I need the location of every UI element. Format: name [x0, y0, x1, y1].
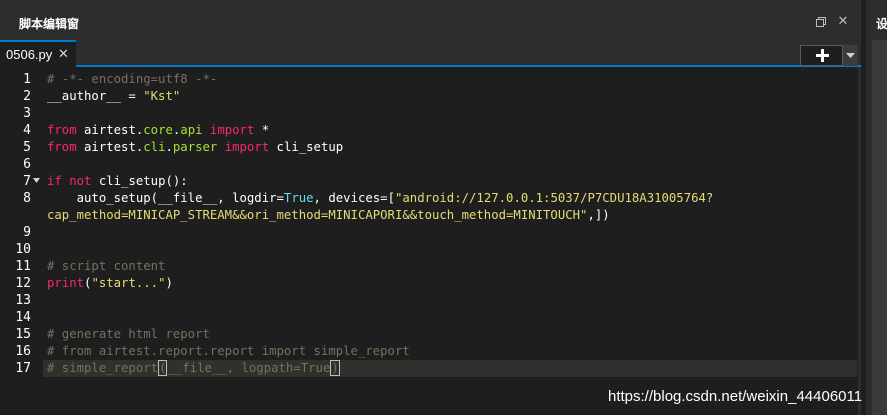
code-token: ): [330, 360, 340, 376]
code-token: airtest.: [76, 140, 144, 154]
code-line: __author__ = "Kst": [47, 88, 180, 105]
dropdown-button[interactable]: [843, 45, 858, 66]
tab-script-file[interactable]: 0506.py ✕: [0, 40, 76, 67]
line-number: 7: [23, 174, 31, 189]
line-number: 8: [23, 191, 31, 206]
code-token: auto_setup(__file__, logdir=: [47, 191, 284, 205]
code-token: cli_setup():: [91, 174, 188, 188]
code-token: ,]): [587, 208, 610, 222]
code-token: # script content: [47, 259, 166, 273]
tab-bar: [0, 40, 861, 67]
code-token: import: [209, 123, 255, 137]
code-token: from: [47, 140, 77, 154]
code-token: # -*- encoding=utf8 -*-: [47, 72, 218, 86]
line-number: 4: [23, 123, 31, 138]
code-token: parser: [172, 140, 218, 154]
line-number: 12: [15, 276, 31, 291]
line-number: 9: [23, 225, 31, 240]
code-token: "android://127.0.0.1:5037/P7CDU18A310057…: [394, 191, 714, 205]
add-button[interactable]: [800, 45, 843, 66]
line-number: 14: [15, 310, 31, 325]
code-token: .: [165, 140, 173, 154]
code-line: from airtest.core.api import *: [47, 122, 269, 139]
chevron-down-icon: [846, 53, 855, 58]
code-line: if not cli_setup():: [47, 173, 188, 190]
code-token: from: [47, 123, 77, 137]
code-token: True: [283, 191, 314, 205]
app-window: 脚本编辑窗 ✕ 设 0506.py ✕ 1 2 3 4 5 6 7 8 9 10…: [0, 0, 887, 415]
plus-icon: [816, 49, 829, 62]
code-token: ): [165, 276, 173, 290]
line-number: 2: [23, 89, 31, 104]
line-number: 17: [15, 361, 31, 376]
tab-close-icon[interactable]: ✕: [58, 46, 69, 62]
close-panel-icon[interactable]: ✕: [836, 13, 850, 29]
code-token: import: [224, 140, 270, 154]
code-token: *: [254, 123, 270, 137]
line-number: 6: [23, 157, 31, 172]
code-token: , devices=[: [313, 191, 395, 205]
code-line: # from airtest.report.report import simp…: [47, 343, 410, 360]
watermark-text: https://blog.csdn.net/weixin_44406011: [608, 388, 863, 405]
line-number: 5: [23, 140, 31, 155]
right-panel-title: 设: [876, 17, 887, 31]
line-number: 10: [15, 242, 31, 257]
line-number: 13: [15, 293, 31, 308]
code-line: # -*- encoding=utf8 -*-: [47, 71, 217, 88]
code-token: # simple_report: [47, 361, 159, 375]
code-token: if: [47, 174, 62, 188]
line-number: 11: [15, 259, 31, 274]
code-token: not: [69, 174, 92, 188]
code-token: # generate html report: [47, 327, 210, 341]
code-token: print: [47, 276, 85, 290]
code-editor[interactable]: 1 2 3 4 5 6 7 8 9 10 11 12 13 14 15 16 1…: [0, 67, 858, 415]
fold-toggle-icon[interactable]: [33, 177, 40, 184]
panel-header: 脚本编辑窗 ✕: [0, 0, 861, 40]
code-token: cap_method=MINICAP_STREAM&&ori_method=MI…: [47, 208, 588, 222]
code-line: cap_method=MINICAP_STREAM&&ori_method=MI…: [47, 207, 610, 224]
code-token: api: [180, 123, 203, 137]
code-token: "Kst": [143, 89, 181, 103]
code-token: core: [143, 123, 173, 137]
code-token: cli_setup: [269, 140, 344, 154]
code-line: auto_setup(__file__, logdir=True, device…: [47, 190, 714, 207]
code-token: cli: [143, 140, 166, 154]
line-number: 15: [15, 327, 31, 342]
code-line: print("start..."): [47, 275, 173, 292]
code-token: airtest.: [76, 123, 144, 137]
code-token: # from airtest.report.report import simp…: [47, 344, 410, 358]
code-line: from airtest.cli.parser import cli_setup: [47, 139, 343, 156]
tab-label: 0506.py: [6, 47, 53, 62]
panel-title: 脚本编辑窗: [19, 17, 80, 31]
code-line: # generate html report: [47, 326, 210, 343]
line-number: 16: [15, 344, 31, 359]
code-token: "start...": [91, 276, 166, 290]
line-number: 3: [23, 106, 31, 121]
code-token: __file__, logpath=True: [167, 361, 331, 375]
code-line: # simple_report(__file__, logpath=True): [47, 360, 340, 377]
code-line: # script content: [47, 258, 165, 275]
line-number: 1: [23, 72, 31, 87]
code-token: __author__ =: [47, 89, 144, 103]
float-window-icon[interactable]: [815, 16, 827, 28]
right-panel-body: [872, 40, 887, 415]
